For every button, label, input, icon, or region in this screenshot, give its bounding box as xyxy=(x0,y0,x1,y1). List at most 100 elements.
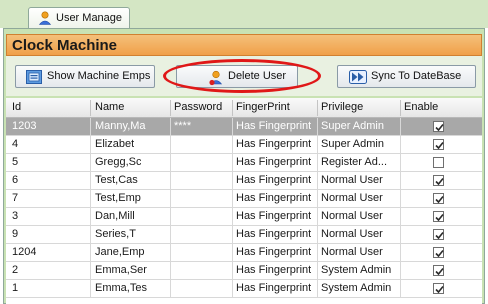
table-row[interactable]: 9 Series,T Has Fingerprint Normal User xyxy=(6,226,482,244)
enable-checkbox[interactable] xyxy=(433,283,444,294)
enable-checkbox[interactable] xyxy=(433,229,444,240)
cell-privilege: Super Admin xyxy=(321,120,384,132)
column-header-privilege[interactable]: Privilege xyxy=(321,101,363,113)
table-row[interactable]: 7 Test,Emp Has Fingerprint Normal User xyxy=(6,190,482,208)
cell-divider xyxy=(170,226,171,244)
table-row[interactable]: 1203 Manny,Ma **** Has Fingerprint Super Adm… xyxy=(6,118,482,136)
cell-divider xyxy=(170,262,171,280)
cell-divider xyxy=(90,136,91,154)
cell-name: Jane,Emp xyxy=(95,246,145,258)
cell-name: Test,Emp xyxy=(95,192,141,204)
cell-name: Gregg,Sc xyxy=(95,156,142,168)
enable-checkbox[interactable] xyxy=(433,265,444,276)
checkmark-icon xyxy=(435,231,444,240)
enable-checkbox[interactable] xyxy=(433,211,444,222)
cell-privilege: Register Ad... xyxy=(321,156,388,168)
column-divider[interactable] xyxy=(317,100,318,116)
cell-divider xyxy=(232,136,233,154)
column-divider[interactable] xyxy=(232,100,233,116)
cell-privilege: Normal User xyxy=(321,246,383,258)
cell-name: Manny,Ma xyxy=(95,120,146,132)
cell-divider xyxy=(317,226,318,244)
cell-divider xyxy=(400,208,401,226)
cell-fingerprint: Has Fingerprint xyxy=(236,228,312,240)
cell-name: Emma,Tes xyxy=(95,282,147,294)
cell-divider xyxy=(90,172,91,190)
column-divider[interactable] xyxy=(170,100,171,116)
enable-checkbox[interactable] xyxy=(433,157,444,168)
cell-fingerprint: Has Fingerprint xyxy=(236,246,312,258)
cell-divider xyxy=(400,172,401,190)
checkmark-icon xyxy=(435,195,444,204)
cell-fingerprint: Has Fingerprint xyxy=(236,138,312,150)
cell-fingerprint: Has Fingerprint xyxy=(236,264,312,276)
cell-divider xyxy=(317,190,318,208)
checkmark-icon xyxy=(435,285,444,294)
cell-divider xyxy=(170,280,171,298)
cell-divider xyxy=(232,190,233,208)
cell-privilege: Normal User xyxy=(321,210,383,222)
sync-to-database-button[interactable]: Sync To DateBase xyxy=(337,65,476,88)
enable-checkbox[interactable] xyxy=(433,193,444,204)
show-machine-emps-button[interactable]: Show Machine Emps xyxy=(15,65,155,88)
cell-name: Series,T xyxy=(95,228,136,240)
cell-id: 1203 xyxy=(12,120,37,132)
cell-divider xyxy=(170,208,171,226)
cell-divider xyxy=(90,226,91,244)
table-row[interactable]: 3 Dan,Mill Has Fingerprint Normal User xyxy=(6,208,482,226)
enable-checkbox[interactable] xyxy=(433,139,444,150)
cell-divider xyxy=(400,244,401,262)
cell-divider xyxy=(317,244,318,262)
table-row[interactable]: 4 Elizabet Has Fingerprint Super Admin xyxy=(6,136,482,154)
column-header-id[interactable]: Id xyxy=(12,101,21,113)
cell-divider xyxy=(400,262,401,280)
cell-privilege: Normal User xyxy=(321,192,383,204)
checkmark-icon xyxy=(435,267,444,276)
cell-divider xyxy=(170,190,171,208)
checkmark-icon xyxy=(435,213,444,222)
cell-privilege: Normal User xyxy=(321,174,383,186)
cell-divider xyxy=(317,262,318,280)
cell-privilege: Normal User xyxy=(321,228,383,240)
column-header-name[interactable]: Name xyxy=(95,101,124,113)
delete-user-icon xyxy=(208,70,224,86)
user-table: Id Name Password FingerPrint Privilege E… xyxy=(6,98,482,304)
column-header-password[interactable]: Password xyxy=(174,101,222,113)
table-row[interactable]: 2 Emma,Ser Has Fingerprint System Admin xyxy=(6,262,482,280)
delete-user-label: Delete User xyxy=(228,70,287,82)
monitor-icon xyxy=(26,70,42,84)
enable-checkbox[interactable] xyxy=(433,121,444,132)
checkmark-icon xyxy=(435,177,444,186)
cell-privilege: System Admin xyxy=(321,264,392,276)
cell-divider xyxy=(232,226,233,244)
cell-id: 9 xyxy=(12,228,19,240)
column-header-fingerprint[interactable]: FingerPrint xyxy=(236,101,290,113)
cell-divider xyxy=(232,172,233,190)
enable-checkbox[interactable] xyxy=(433,247,444,258)
cell-divider xyxy=(90,244,91,262)
cell-divider xyxy=(317,208,318,226)
checkmark-icon xyxy=(435,123,444,132)
tab-user-manage[interactable]: User Manage xyxy=(28,7,130,29)
cell-divider xyxy=(90,208,91,226)
table-row[interactable]: 5 Gregg,Sc Has Fingerprint Register Ad... xyxy=(6,154,482,172)
cell-divider xyxy=(170,172,171,190)
column-divider[interactable] xyxy=(90,100,91,116)
table-row[interactable]: 6 Test,Cas Has Fingerprint Normal User xyxy=(6,172,482,190)
cell-divider xyxy=(170,154,171,172)
cell-divider xyxy=(232,244,233,262)
cell-divider xyxy=(90,190,91,208)
table-row[interactable]: 1204 Jane,Emp Has Fingerprint Normal User xyxy=(6,244,482,262)
cell-fingerprint: Has Fingerprint xyxy=(236,174,312,186)
show-machine-emps-label: Show Machine Emps xyxy=(47,70,151,82)
cell-divider xyxy=(317,172,318,190)
column-header-enable[interactable]: Enable xyxy=(404,101,438,113)
cell-password: **** xyxy=(174,120,192,132)
table-row[interactable]: 1 Emma,Tes Has Fingerprint System Admin xyxy=(6,280,482,298)
cell-name: Dan,Mill xyxy=(95,210,135,222)
delete-user-button[interactable]: Delete User xyxy=(176,65,298,88)
enable-checkbox[interactable] xyxy=(433,175,444,186)
cell-divider xyxy=(170,136,171,154)
column-divider[interactable] xyxy=(400,100,401,116)
cell-id: 4 xyxy=(12,138,19,150)
